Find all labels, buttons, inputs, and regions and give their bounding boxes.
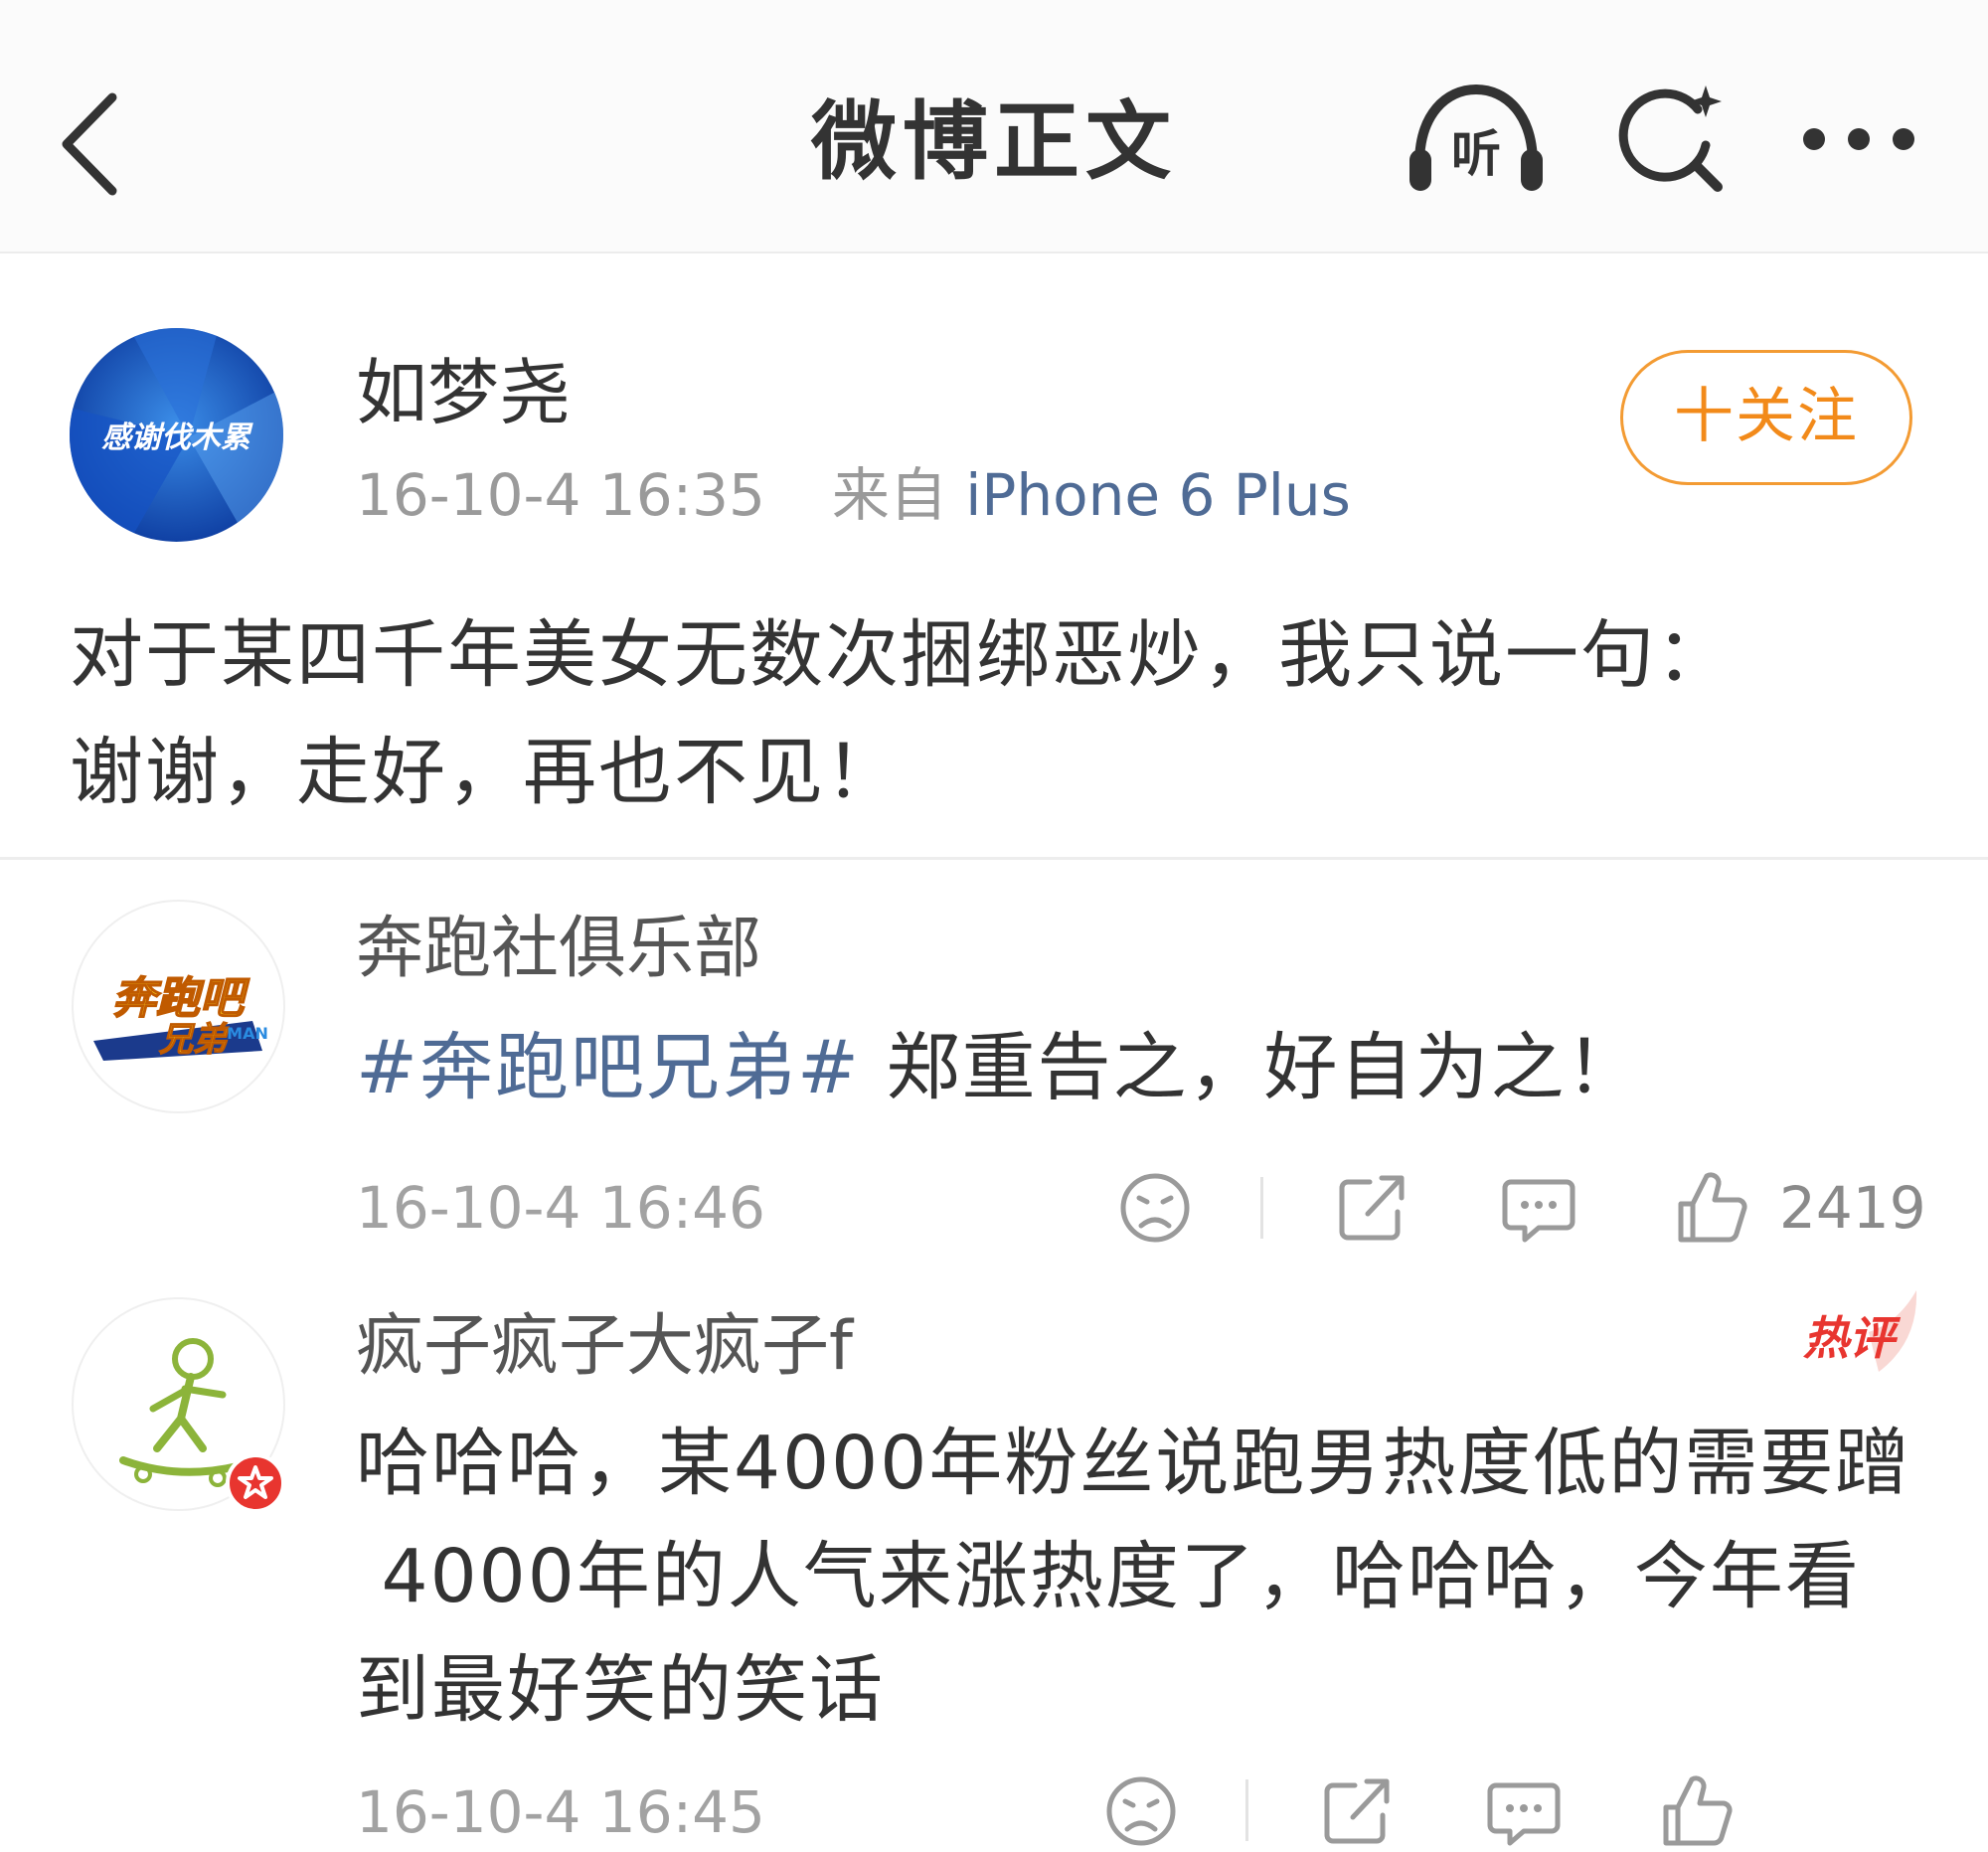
follow-button[interactable]: 十关注 (1620, 350, 1912, 485)
post-text-line: 谢谢，走好，再也不见！ (70, 730, 901, 815)
hot-label: 热评 (1803, 1311, 1902, 1365)
more-options-icon[interactable] (1799, 114, 1918, 164)
comment-avatar[interactable]: 奔跑吧 兄弟 MAN (72, 900, 285, 1113)
like-count: 2419 (1779, 1174, 1926, 1242)
source-prefix: 来自 (831, 461, 947, 529)
back-arrow-icon[interactable] (55, 89, 124, 199)
like-thumb-icon[interactable] (1658, 1771, 1738, 1851)
author-username[interactable]: 如梦尧 (356, 348, 571, 437)
divider (0, 857, 1988, 860)
svg-text:奔跑吧: 奔跑吧 (112, 973, 250, 1024)
page-title: 微博正文 (811, 92, 1177, 192)
verified-star-badge (226, 1453, 285, 1513)
author-avatar[interactable]: 感谢伐木累 (70, 328, 283, 542)
comment-time: 16-10-4 16:45 (356, 1778, 765, 1846)
action-separator (1260, 1177, 1263, 1239)
share-icon[interactable] (1317, 1771, 1397, 1851)
comment-text-line: 哈哈哈，某4000年粉丝说跑男热度低的需要蹭 (356, 1421, 1911, 1506)
comment-text-line: 到最好笑的笑话 (356, 1647, 885, 1733)
post-text: 对于某四千年美女无数次捆绑恶炒，我只说一句： 谢谢，走好，再也不见！ (70, 596, 1928, 831)
post-source[interactable]: iPhone 6 Plus (965, 461, 1351, 529)
share-icon[interactable] (1332, 1168, 1411, 1248)
comment-body: 郑重告之，好自为之！ (861, 1025, 1642, 1110)
like-thumb-icon[interactable] (1673, 1168, 1752, 1248)
post-time: 16-10-4 16:35 (356, 461, 765, 529)
comment-username[interactable]: 奔跑社俱乐部 (356, 905, 761, 994)
comment-text-line: 4000年的人气来涨热度了，哈哈哈，今年看 (356, 1534, 1861, 1619)
comment-text: 哈哈哈，某4000年粉丝说跑男热度低的需要蹭 4000年的人气来涨热度了，哈哈哈… (356, 1407, 1946, 1747)
comment-bubble-icon[interactable] (1484, 1771, 1564, 1851)
hashtag-link[interactable]: #奔跑吧兄弟# (356, 1025, 861, 1110)
post-meta: 16-10-4 16:35 来自 iPhone 6 Plus (356, 455, 1351, 535)
comment-time: 16-10-4 16:46 (356, 1174, 765, 1242)
action-separator (1245, 1779, 1248, 1841)
listen-label: 听 (1451, 125, 1501, 183)
dislike-face-icon[interactable] (1115, 1168, 1195, 1248)
avatar-text: 感谢伐木累 (101, 421, 253, 455)
comment-text: #奔跑吧兄弟# 郑重告之，好自为之！ (356, 1011, 1642, 1124)
hot-comment-badge: 热评 (1803, 1290, 1917, 1372)
dislike-face-icon[interactable] (1101, 1771, 1181, 1851)
post-text-line: 对于某四千年美女无数次捆绑恶炒，我只说一句： (70, 612, 1732, 698)
svg-text:兄弟: 兄弟 (159, 1020, 230, 1060)
comment-bubble-icon[interactable] (1499, 1168, 1578, 1248)
search-sparkle-icon[interactable] (1610, 80, 1730, 199)
svg-text:MAN: MAN (227, 1024, 268, 1043)
listen-headphones-icon[interactable]: 听 (1402, 80, 1551, 199)
comment-username[interactable]: 疯子疯子大疯子f (356, 1302, 853, 1392)
